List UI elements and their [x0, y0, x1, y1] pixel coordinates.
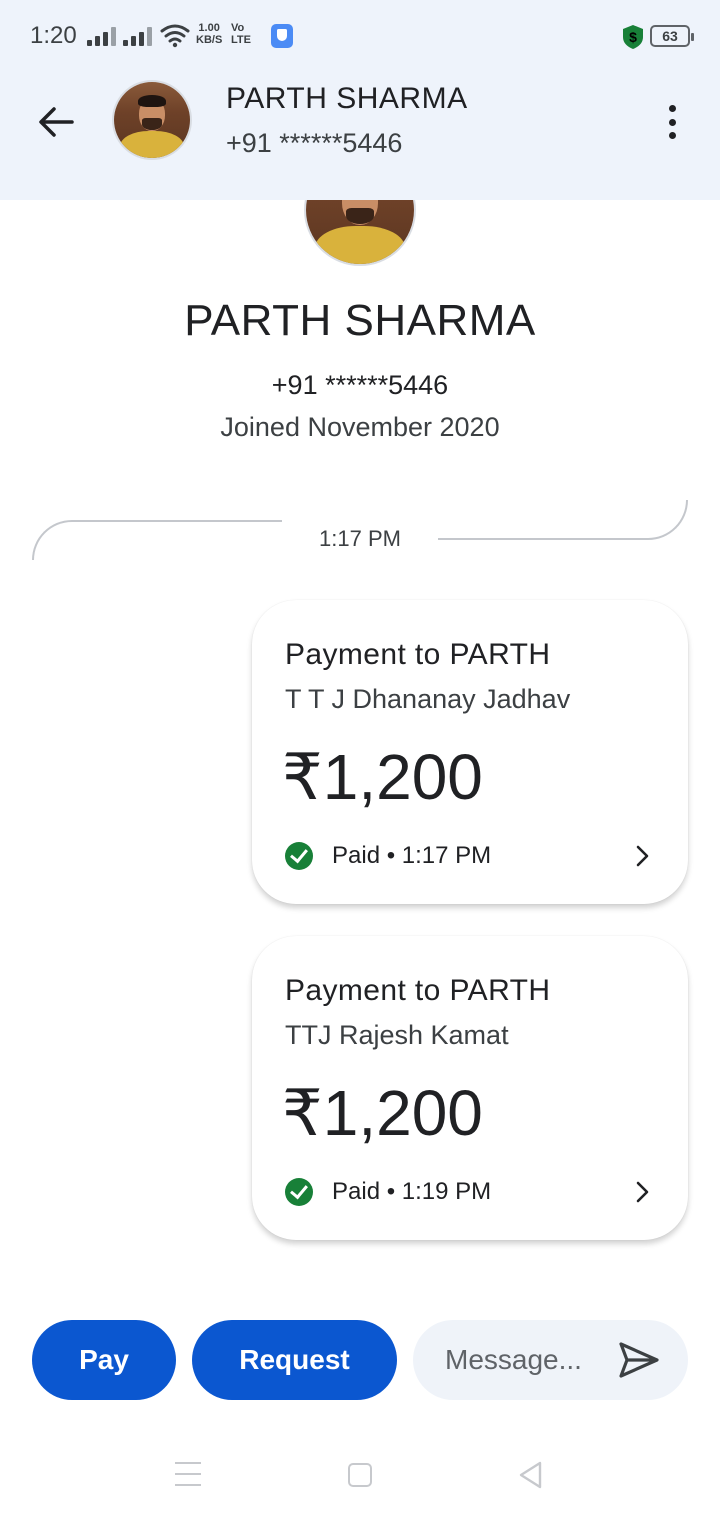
recents-button[interactable] — [175, 1462, 201, 1486]
payment-title: Payment to PARTH — [285, 638, 551, 671]
message-placeholder: Message... — [445, 1344, 582, 1375]
chat-header: PARTH SHARMA +91 ******5446 — [0, 72, 720, 200]
payment-card[interactable]: Payment to PARTH TTJ Rajesh Kamat ₹1,200… — [252, 936, 688, 1240]
status-time: 1:20 — [30, 22, 77, 49]
signal-icon — [123, 26, 152, 46]
network-speed: 1.00 KB/S — [196, 22, 223, 46]
svg-text:$: $ — [629, 29, 637, 45]
payment-amount: ₹1,200 — [282, 1077, 483, 1149]
profile-avatar — [304, 200, 416, 266]
back-triangle-icon[interactable] — [516, 1460, 546, 1490]
divider-line — [438, 500, 688, 540]
top-band: 1:20 1.00 KB/S Vo LTE $ 63 PARTH SHARMA … — [0, 0, 720, 200]
profile-phone: +91 ******5446 — [271, 370, 449, 400]
divider-line — [32, 520, 282, 560]
chat-screen: 1:20 1.00 KB/S Vo LTE $ 63 PARTH SHARMA … — [0, 0, 720, 1520]
joined-date: Joined November 2020 — [220, 412, 500, 442]
payment-amount: ₹1,200 — [282, 741, 483, 813]
back-button[interactable] — [36, 102, 76, 142]
payer-name: T T J Dhananay Jadhav — [285, 684, 571, 714]
battery-indicator: 63 — [650, 25, 694, 47]
payer-name: TTJ Rajesh Kamat — [285, 1020, 509, 1050]
action-bar: Pay Request Message... — [0, 1320, 720, 1400]
more-options-button[interactable] — [660, 102, 684, 142]
conversation[interactable]: PARTH SHARMA +91 ******5446 Joined Novem… — [0, 200, 720, 1290]
money-shield-icon: $ — [623, 25, 643, 49]
request-button[interactable]: Request — [192, 1320, 397, 1400]
timestamp-divider: 1:17 PM — [319, 526, 401, 551]
wifi-icon — [160, 24, 190, 48]
send-icon[interactable] — [617, 1340, 661, 1380]
signal-icon — [87, 26, 116, 46]
message-input[interactable]: Message... — [413, 1320, 688, 1400]
security-app-icon — [271, 24, 293, 48]
arrow-left-icon — [39, 107, 74, 137]
volte-indicator: Vo LTE — [231, 22, 251, 46]
avatar[interactable] — [112, 80, 192, 160]
payment-card[interactable]: Payment to PARTH T T J Dhananay Jadhav ₹… — [252, 600, 688, 904]
check-circle-icon — [285, 842, 313, 870]
status-bar: 1:20 1.00 KB/S Vo LTE $ 63 — [0, 0, 720, 72]
more-vertical-icon — [668, 105, 676, 112]
chevron-right-icon — [636, 1181, 649, 1203]
contact-name[interactable]: PARTH SHARMA — [226, 82, 468, 116]
pay-button[interactable]: Pay — [32, 1320, 176, 1400]
payment-status: Paid • 1:17 PM — [332, 842, 492, 869]
chevron-right-icon — [636, 845, 649, 867]
payment-title: Payment to PARTH — [285, 974, 551, 1007]
home-button[interactable] — [348, 1463, 372, 1487]
profile-name: PARTH SHARMA — [184, 296, 536, 345]
payment-status: Paid • 1:19 PM — [332, 1178, 492, 1205]
check-circle-icon — [285, 1178, 313, 1206]
system-nav-bar — [0, 1440, 720, 1520]
contact-phone: +91 ******5446 — [226, 128, 403, 158]
